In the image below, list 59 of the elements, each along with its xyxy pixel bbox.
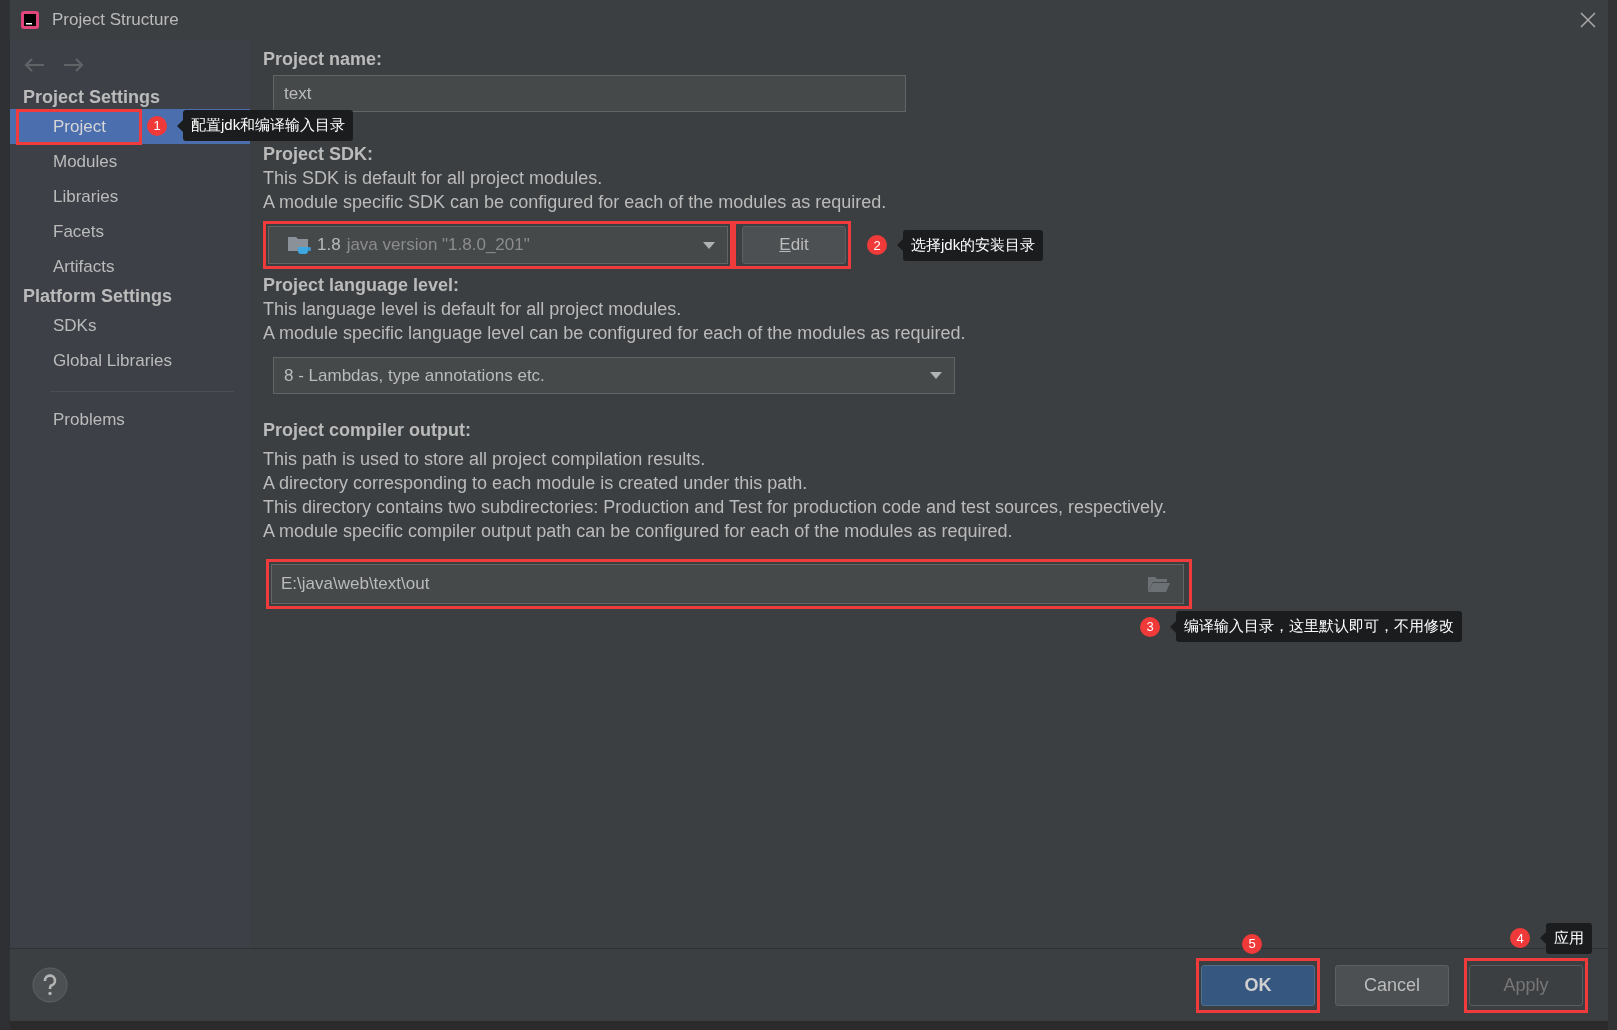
help-button[interactable] — [32, 967, 68, 1003]
step-badge: 5 — [1242, 933, 1262, 954]
close-icon[interactable] — [1580, 11, 1596, 28]
caret-icon — [703, 241, 715, 249]
sidebar-item[interactable]: Modules — [10, 144, 250, 179]
description-text: This directory contains two subdirectories: Production and Test for production code and test sources, respectively. — [263, 496, 1168, 519]
description-text: This path is used to store all project compilation results. — [263, 448, 707, 471]
dropdown-value: 8 - Lambdas, type annotations etc. — [284, 365, 545, 386]
field-label: Project compiler output: — [263, 419, 472, 442]
dialog-button[interactable]: OK — [1201, 964, 1315, 1006]
app-logo-icon — [20, 9, 40, 30]
item-label: Modules — [52, 150, 119, 173]
item-label: Problems — [52, 408, 126, 431]
description-text: This SDK is default for all project modules. — [263, 167, 604, 190]
sdk-version: 1.8 — [317, 235, 341, 255]
sdk-dropdown[interactable]: 1.8 java version "1.8.0_201" — [268, 226, 728, 264]
back-arrow-icon[interactable] — [23, 57, 45, 73]
item-label: Global Libraries — [52, 349, 174, 372]
sdk-detail: java version "1.8.0_201" — [346, 235, 530, 255]
sidebar-item[interactable]: Global Libraries — [10, 343, 250, 378]
step-badge: 4 — [1510, 928, 1530, 948]
section-heading: Platform Settings — [22, 285, 174, 308]
language-level-dropdown[interactable]: 8 - Lambdas, type annotations etc. — [273, 357, 955, 394]
sidebar-item[interactable]: SDKs — [10, 308, 250, 343]
item-label: Project — [16, 108, 142, 145]
caret-icon — [930, 372, 942, 379]
window-title: Project Structure — [52, 9, 179, 30]
callout-tooltip: 编译输入目录，这里默认即可，不用修改 — [1176, 611, 1462, 642]
dialog-button[interactable]: Cancel — [1335, 964, 1449, 1006]
edit-button[interactable]: Edit — [742, 226, 846, 264]
path-value: E:\java\web\text\out — [281, 574, 430, 594]
step-badge: 3 — [1140, 616, 1160, 637]
jdk-folder-icon — [287, 234, 311, 256]
forward-arrow-icon[interactable] — [63, 57, 85, 73]
sidebar-item[interactable]: Facets — [10, 214, 250, 249]
sidebar-item[interactable]: Libraries — [10, 179, 250, 214]
step-badge: 2 — [867, 235, 887, 255]
section-heading: Project Settings — [22, 86, 162, 109]
callout-tooltip: 应用 — [1546, 922, 1592, 954]
callout-tooltip: 选择jdk的安装目录 — [903, 229, 1044, 261]
description-text: A module specific compiler output path can be configured for each of the modules as required. — [263, 520, 1014, 543]
description-text: This language level is default for all project modules. — [263, 298, 683, 321]
step-badge: 1 — [147, 115, 167, 136]
item-label: Facets — [52, 220, 106, 243]
item-label: Artifacts — [52, 255, 116, 278]
item-label: SDKs — [52, 314, 98, 337]
callout-tooltip: 配置jdk和编译输入目录 — [183, 110, 354, 141]
sidebar-item[interactable]: Artifacts — [10, 249, 250, 284]
description-text: A module specific language level can be configured for each of the modules as required. — [263, 322, 967, 345]
folder-icon[interactable] — [1147, 575, 1171, 593]
field-label: Project language level: — [263, 274, 461, 297]
description-text: A directory corresponding to each module is created under this path. — [263, 472, 809, 495]
item-label: Libraries — [52, 185, 120, 208]
sidebar-item[interactable]: Problems — [10, 402, 250, 437]
description-text: A module specific SDK can be configured for each of the modules as required. — [263, 191, 888, 214]
project-name-field[interactable]: text — [273, 75, 906, 112]
output-path-field[interactable]: E:\java\web\text\out — [271, 564, 1184, 604]
field-label: Project SDK: — [263, 143, 375, 166]
field-label: Project name: — [263, 48, 384, 71]
